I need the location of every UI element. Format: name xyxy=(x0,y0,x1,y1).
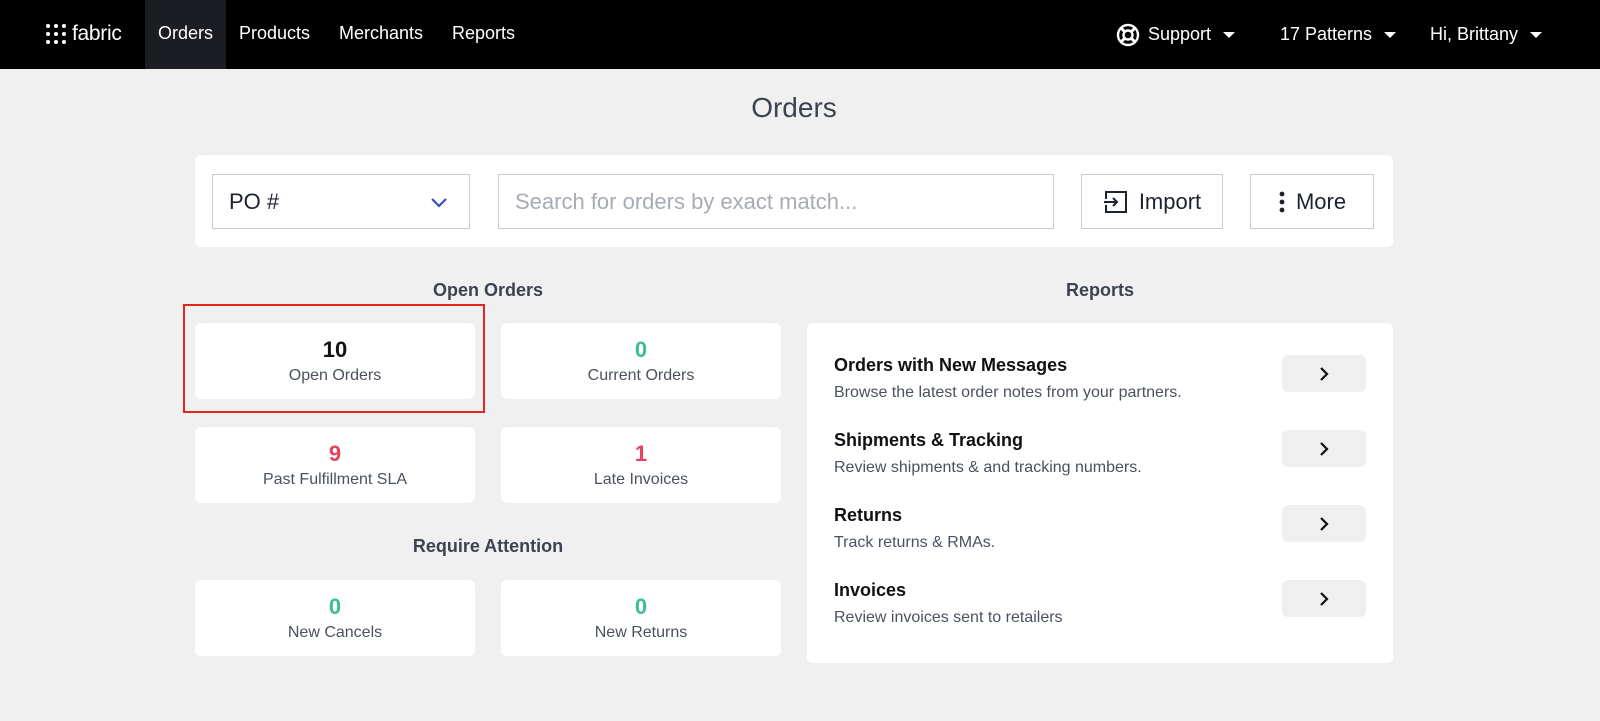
stat-card-past-fulfillment-sla[interactable]: 9 Past Fulfillment SLA xyxy=(195,427,475,503)
report-item-invoices: Invoices Review invoices sent to retaile… xyxy=(834,580,1366,640)
report-title: Orders with New Messages xyxy=(834,355,1068,375)
stat-card-late-invoices[interactable]: 1 Late Invoices xyxy=(501,427,781,503)
support-label: Support xyxy=(1148,24,1212,44)
search-field-select-value: PO # xyxy=(229,189,280,214)
chevron-right-icon xyxy=(1320,591,1329,606)
stat-value: 1 xyxy=(634,441,648,466)
user-menu[interactable]: Hi, Brittany xyxy=(1430,0,1543,69)
stat-label: Late Invoices xyxy=(593,471,689,488)
import-icon xyxy=(1102,190,1127,213)
stat-label: New Returns xyxy=(594,624,688,641)
grid-dots-icon xyxy=(46,24,66,44)
import-label: Import xyxy=(1138,188,1202,214)
nav-item-merchants[interactable]: Merchants xyxy=(326,0,436,69)
stat-label: Current Orders xyxy=(587,367,695,384)
require-attention-heading: Require Attention xyxy=(412,536,564,556)
caret-down-icon xyxy=(1530,31,1543,38)
account-menu[interactable]: 17 Patterns xyxy=(1280,0,1397,69)
chevron-right-icon xyxy=(1320,441,1329,456)
vertical-dots-icon xyxy=(1279,191,1285,212)
report-description: Browse the latest order notes from your … xyxy=(834,384,1182,401)
stat-value: 9 xyxy=(328,441,342,466)
report-item-shipments-tracking: Shipments & Tracking Review shipments & … xyxy=(834,430,1366,490)
open-report-button[interactable] xyxy=(1282,505,1366,542)
report-item-orders-with-new-messages: Orders with New Messages Browse the late… xyxy=(834,355,1366,415)
report-description: Review shipments & and tracking numbers. xyxy=(834,459,1142,476)
stat-label: Past Fulfillment SLA xyxy=(262,471,408,488)
top-nav-bar: fabric Orders Products Merchants Reports… xyxy=(0,0,1600,69)
nav-item-orders[interactable]: Orders xyxy=(145,0,226,69)
report-description: Review invoices sent to retailers xyxy=(834,609,1063,626)
stat-value: 0 xyxy=(634,337,648,362)
chevron-down-icon xyxy=(431,198,447,208)
search-field-select[interactable]: PO # xyxy=(212,174,470,229)
account-label: 17 Patterns xyxy=(1280,24,1373,44)
reports-panel: Orders with New Messages Browse the late… xyxy=(807,323,1393,663)
highlight-box xyxy=(183,304,485,413)
open-report-button[interactable] xyxy=(1282,580,1366,617)
page-title: Orders xyxy=(751,92,837,123)
stat-label: New Cancels xyxy=(287,624,383,641)
stat-value: 0 xyxy=(634,594,648,619)
report-title: Shipments & Tracking xyxy=(834,430,1024,450)
caret-down-icon xyxy=(1384,31,1397,38)
more-button[interactable]: More xyxy=(1250,174,1374,229)
search-panel: PO # Import More xyxy=(195,155,1393,247)
import-button[interactable]: Import xyxy=(1081,174,1223,229)
more-label: More xyxy=(1295,188,1347,214)
stat-card-current-orders[interactable]: 0 Current Orders xyxy=(501,323,781,399)
open-report-button[interactable] xyxy=(1282,355,1366,392)
support-menu[interactable]: Support xyxy=(1116,0,1236,69)
nav-item-reports[interactable]: Reports xyxy=(439,0,528,69)
fabric-logo[interactable]: fabric xyxy=(46,22,122,46)
caret-down-icon xyxy=(1223,31,1236,38)
report-item-returns: Returns Track returns & RMAs. xyxy=(834,505,1366,565)
chevron-right-icon xyxy=(1320,366,1329,381)
report-title: Returns xyxy=(834,505,903,525)
open-report-button[interactable] xyxy=(1282,430,1366,467)
stat-value: 0 xyxy=(328,594,342,619)
user-label: Hi, Brittany xyxy=(1430,24,1519,44)
nav-item-products[interactable]: Products xyxy=(226,0,323,69)
stat-card-new-returns[interactable]: 0 New Returns xyxy=(501,580,781,656)
report-description: Track returns & RMAs. xyxy=(834,534,996,551)
chevron-right-icon xyxy=(1320,516,1329,531)
reports-heading: Reports xyxy=(1065,280,1134,300)
search-input[interactable] xyxy=(498,174,1054,229)
lifebuoy-icon xyxy=(1116,23,1140,46)
logo-text: fabric xyxy=(72,22,122,45)
open-orders-heading: Open Orders xyxy=(432,280,544,300)
report-title: Invoices xyxy=(834,580,907,600)
stat-card-new-cancels[interactable]: 0 New Cancels xyxy=(195,580,475,656)
